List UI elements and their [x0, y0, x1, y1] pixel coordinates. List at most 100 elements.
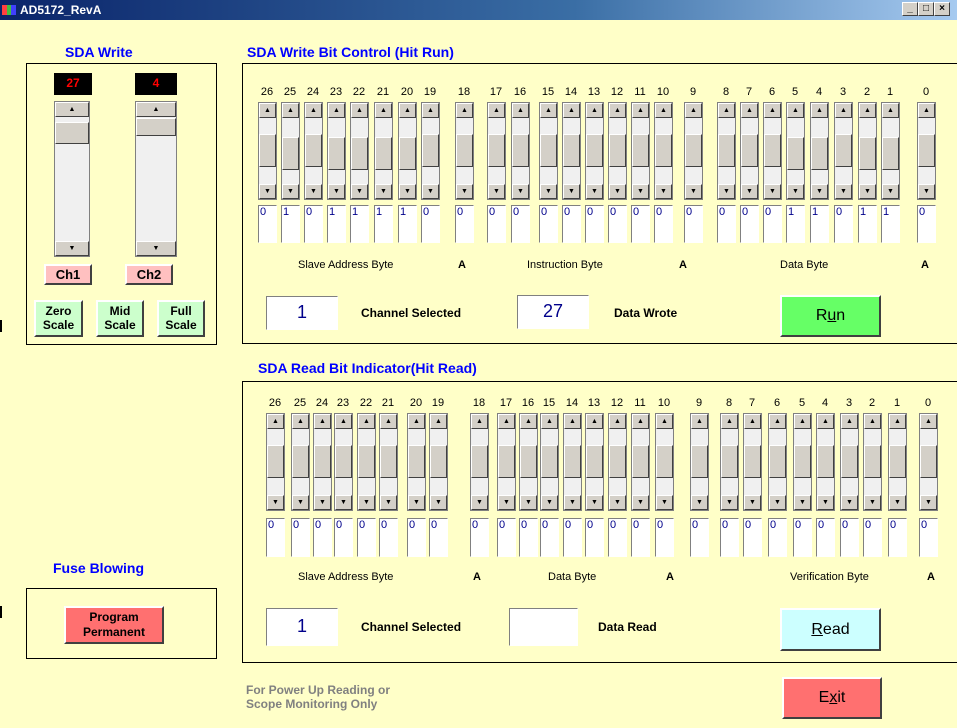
read-button[interactable]: Read [780, 608, 881, 651]
bit-scrollbar[interactable]: ▲ ▼ [810, 102, 829, 200]
bit-scrollbar[interactable]: ▲ ▼ [888, 413, 907, 511]
bit-thumb[interactable] [787, 137, 804, 170]
bit-down-arrow[interactable]: ▼ [564, 495, 581, 510]
bit-up-arrow[interactable]: ▲ [718, 103, 735, 118]
bit-down-arrow[interactable]: ▼ [794, 495, 811, 510]
bit-scrollbar[interactable]: ▲ ▼ [497, 413, 516, 511]
bit-up-arrow[interactable]: ▲ [609, 103, 626, 118]
bit-up-arrow[interactable]: ▲ [430, 414, 447, 429]
bit-scrollbar[interactable]: ▲ ▼ [313, 413, 332, 511]
bit-down-arrow[interactable]: ▼ [488, 184, 505, 199]
bit-up-arrow[interactable]: ▲ [422, 103, 439, 118]
bit-scrollbar[interactable]: ▲ ▼ [421, 102, 440, 200]
bit-up-arrow[interactable]: ▲ [314, 414, 331, 429]
bit-thumb[interactable] [422, 134, 439, 167]
bit-up-arrow[interactable]: ▲ [691, 414, 708, 429]
bit-scrollbar[interactable]: ▲ ▼ [608, 413, 627, 511]
bit-thumb[interactable] [685, 134, 702, 167]
bit-down-arrow[interactable]: ▼ [655, 184, 672, 199]
bit-up-arrow[interactable]: ▲ [282, 103, 299, 118]
bit-scrollbar[interactable]: ▲ ▼ [455, 102, 474, 200]
bit-thumb[interactable] [358, 445, 375, 478]
zero-scale-button[interactable]: Zero Scale [34, 300, 83, 337]
bit-scrollbar[interactable]: ▲ ▼ [793, 413, 812, 511]
bit-up-arrow[interactable]: ▲ [375, 103, 392, 118]
bit-thumb[interactable] [835, 134, 852, 167]
exit-button[interactable]: Exit [782, 677, 882, 719]
bit-down-arrow[interactable]: ▼ [744, 495, 761, 510]
bit-thumb[interactable] [586, 445, 603, 478]
bit-scrollbar[interactable]: ▲ ▼ [540, 413, 559, 511]
bit-thumb[interactable] [817, 445, 834, 478]
bit-down-arrow[interactable]: ▼ [841, 495, 858, 510]
bit-up-arrow[interactable]: ▲ [841, 414, 858, 429]
bit-scrollbar[interactable]: ▲ ▼ [786, 102, 805, 200]
bit-scrollbar[interactable]: ▲ ▼ [690, 413, 709, 511]
bit-thumb[interactable] [586, 134, 603, 167]
bit-thumb[interactable] [408, 445, 425, 478]
bit-down-arrow[interactable]: ▼ [586, 495, 603, 510]
bit-up-arrow[interactable]: ▲ [835, 103, 852, 118]
bit-scrollbar[interactable]: ▲ ▼ [258, 102, 277, 200]
bit-down-arrow[interactable]: ▼ [282, 184, 299, 199]
ch2-button[interactable]: Ch2 [125, 264, 173, 285]
bit-scrollbar[interactable]: ▲ ▼ [768, 413, 787, 511]
bit-down-arrow[interactable]: ▼ [882, 184, 899, 199]
mid-scale-button[interactable]: Mid Scale [96, 300, 144, 337]
bit-up-arrow[interactable]: ▲ [918, 103, 935, 118]
bit-down-arrow[interactable]: ▼ [399, 184, 416, 199]
bit-up-arrow[interactable]: ▲ [632, 103, 649, 118]
bit-thumb[interactable] [520, 445, 537, 478]
bit-down-arrow[interactable]: ▼ [859, 184, 876, 199]
bit-up-arrow[interactable]: ▲ [259, 103, 276, 118]
bit-up-arrow[interactable]: ▲ [399, 103, 416, 118]
bit-up-arrow[interactable]: ▲ [889, 414, 906, 429]
bit-up-arrow[interactable]: ▲ [488, 103, 505, 118]
bit-thumb[interactable] [305, 134, 322, 167]
full-scale-button[interactable]: Full Scale [157, 300, 205, 337]
bit-up-arrow[interactable]: ▲ [305, 103, 322, 118]
bit-scrollbar[interactable]: ▲ ▼ [350, 102, 369, 200]
bit-scrollbar[interactable]: ▲ ▼ [740, 102, 759, 200]
bit-up-arrow[interactable]: ▲ [540, 103, 557, 118]
bit-down-arrow[interactable]: ▼ [609, 495, 626, 510]
bit-scrollbar[interactable]: ▲ ▼ [720, 413, 739, 511]
bit-down-arrow[interactable]: ▼ [691, 495, 708, 510]
bit-scrollbar[interactable]: ▲ ▼ [511, 102, 530, 200]
bit-down-arrow[interactable]: ▼ [456, 184, 473, 199]
bit-down-arrow[interactable]: ▼ [351, 184, 368, 199]
bit-thumb[interactable] [764, 134, 781, 167]
bit-scrollbar[interactable]: ▲ ▼ [863, 413, 882, 511]
bit-scrollbar[interactable]: ▲ ▼ [608, 102, 627, 200]
bit-down-arrow[interactable]: ▼ [430, 495, 447, 510]
bit-down-arrow[interactable]: ▼ [787, 184, 804, 199]
bit-thumb[interactable] [691, 445, 708, 478]
bit-up-arrow[interactable]: ▲ [498, 414, 515, 429]
bit-down-arrow[interactable]: ▼ [540, 184, 557, 199]
bit-thumb[interactable] [328, 137, 345, 170]
bit-down-arrow[interactable]: ▼ [632, 495, 649, 510]
bit-down-arrow[interactable]: ▼ [259, 184, 276, 199]
bit-up-arrow[interactable]: ▲ [609, 414, 626, 429]
ch2-slider-thumb[interactable] [136, 118, 176, 136]
bit-thumb[interactable] [882, 137, 899, 170]
bit-scrollbar[interactable]: ▲ ▼ [585, 102, 604, 200]
bit-down-arrow[interactable]: ▼ [656, 495, 673, 510]
bit-up-arrow[interactable]: ▲ [920, 414, 937, 429]
bit-thumb[interactable] [920, 445, 937, 478]
bit-up-arrow[interactable]: ▲ [764, 103, 781, 118]
bit-up-arrow[interactable]: ▲ [564, 414, 581, 429]
bit-down-arrow[interactable]: ▼ [811, 184, 828, 199]
bit-thumb[interactable] [721, 445, 738, 478]
bit-down-arrow[interactable]: ▼ [305, 184, 322, 199]
bit-down-arrow[interactable]: ▼ [718, 184, 735, 199]
bit-up-arrow[interactable]: ▲ [328, 103, 345, 118]
bit-down-arrow[interactable]: ▼ [380, 495, 397, 510]
bit-scrollbar[interactable]: ▲ ▼ [717, 102, 736, 200]
maximize-button[interactable]: □ [918, 2, 934, 16]
bit-thumb[interactable] [471, 445, 488, 478]
bit-thumb[interactable] [769, 445, 786, 478]
bit-thumb[interactable] [351, 137, 368, 170]
bit-scrollbar[interactable]: ▲ ▼ [291, 413, 310, 511]
bit-down-arrow[interactable]: ▼ [358, 495, 375, 510]
